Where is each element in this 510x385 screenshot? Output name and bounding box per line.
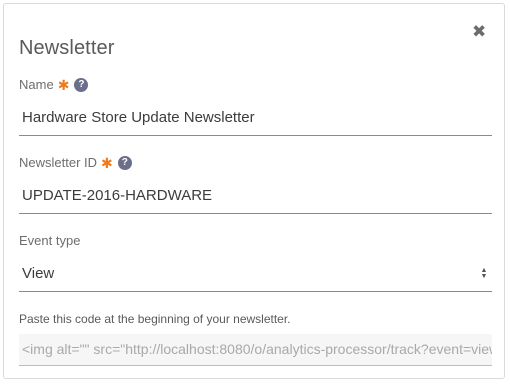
name-field-group: Name ✱ ? Hardware Store Update Newslette… <box>19 77 492 136</box>
newsletter-dialog: ✖ Newsletter Name ✱ ? Hardware Store Upd… <box>3 3 505 379</box>
event-type-select[interactable]: View ▲ ▼ <box>19 260 492 292</box>
caret-down-icon: ▼ <box>480 273 488 280</box>
newsletter-id-field-group: Newsletter ID ✱ ? UPDATE-2016-HARDWARE <box>19 155 492 214</box>
tracking-code-instruction: Paste this code at the beginning of your… <box>19 312 291 326</box>
event-type-label: Event type <box>19 233 81 248</box>
newsletter-id-label: Newsletter ID <box>19 155 98 170</box>
dialog-title: Newsletter <box>19 37 115 59</box>
tracking-code-field-group: Paste this code at the beginning of your… <box>19 312 492 366</box>
newsletter-id-label-row: Newsletter ID ✱ ? <box>19 155 492 171</box>
event-type-field-group: Event type View ▲ ▼ <box>19 233 492 292</box>
help-icon[interactable]: ? <box>117 156 132 170</box>
required-asterisk-icon: ✱ <box>101 155 113 171</box>
name-input[interactable]: Hardware Store Update Newsletter <box>19 104 492 136</box>
tracking-code-field[interactable]: <img alt="" src="http://localhost:8080/o… <box>19 334 492 366</box>
close-icon[interactable]: ✖ <box>472 23 486 40</box>
help-icon[interactable]: ? <box>74 78 89 92</box>
name-label: Name <box>19 77 54 92</box>
newsletter-id-input[interactable]: UPDATE-2016-HARDWARE <box>19 182 492 214</box>
event-type-selected-value: View <box>22 265 55 282</box>
required-asterisk-icon: ✱ <box>57 77 70 93</box>
name-label-row: Name ✱ ? <box>19 77 492 93</box>
select-caret-icon: ▲ ▼ <box>480 267 488 280</box>
